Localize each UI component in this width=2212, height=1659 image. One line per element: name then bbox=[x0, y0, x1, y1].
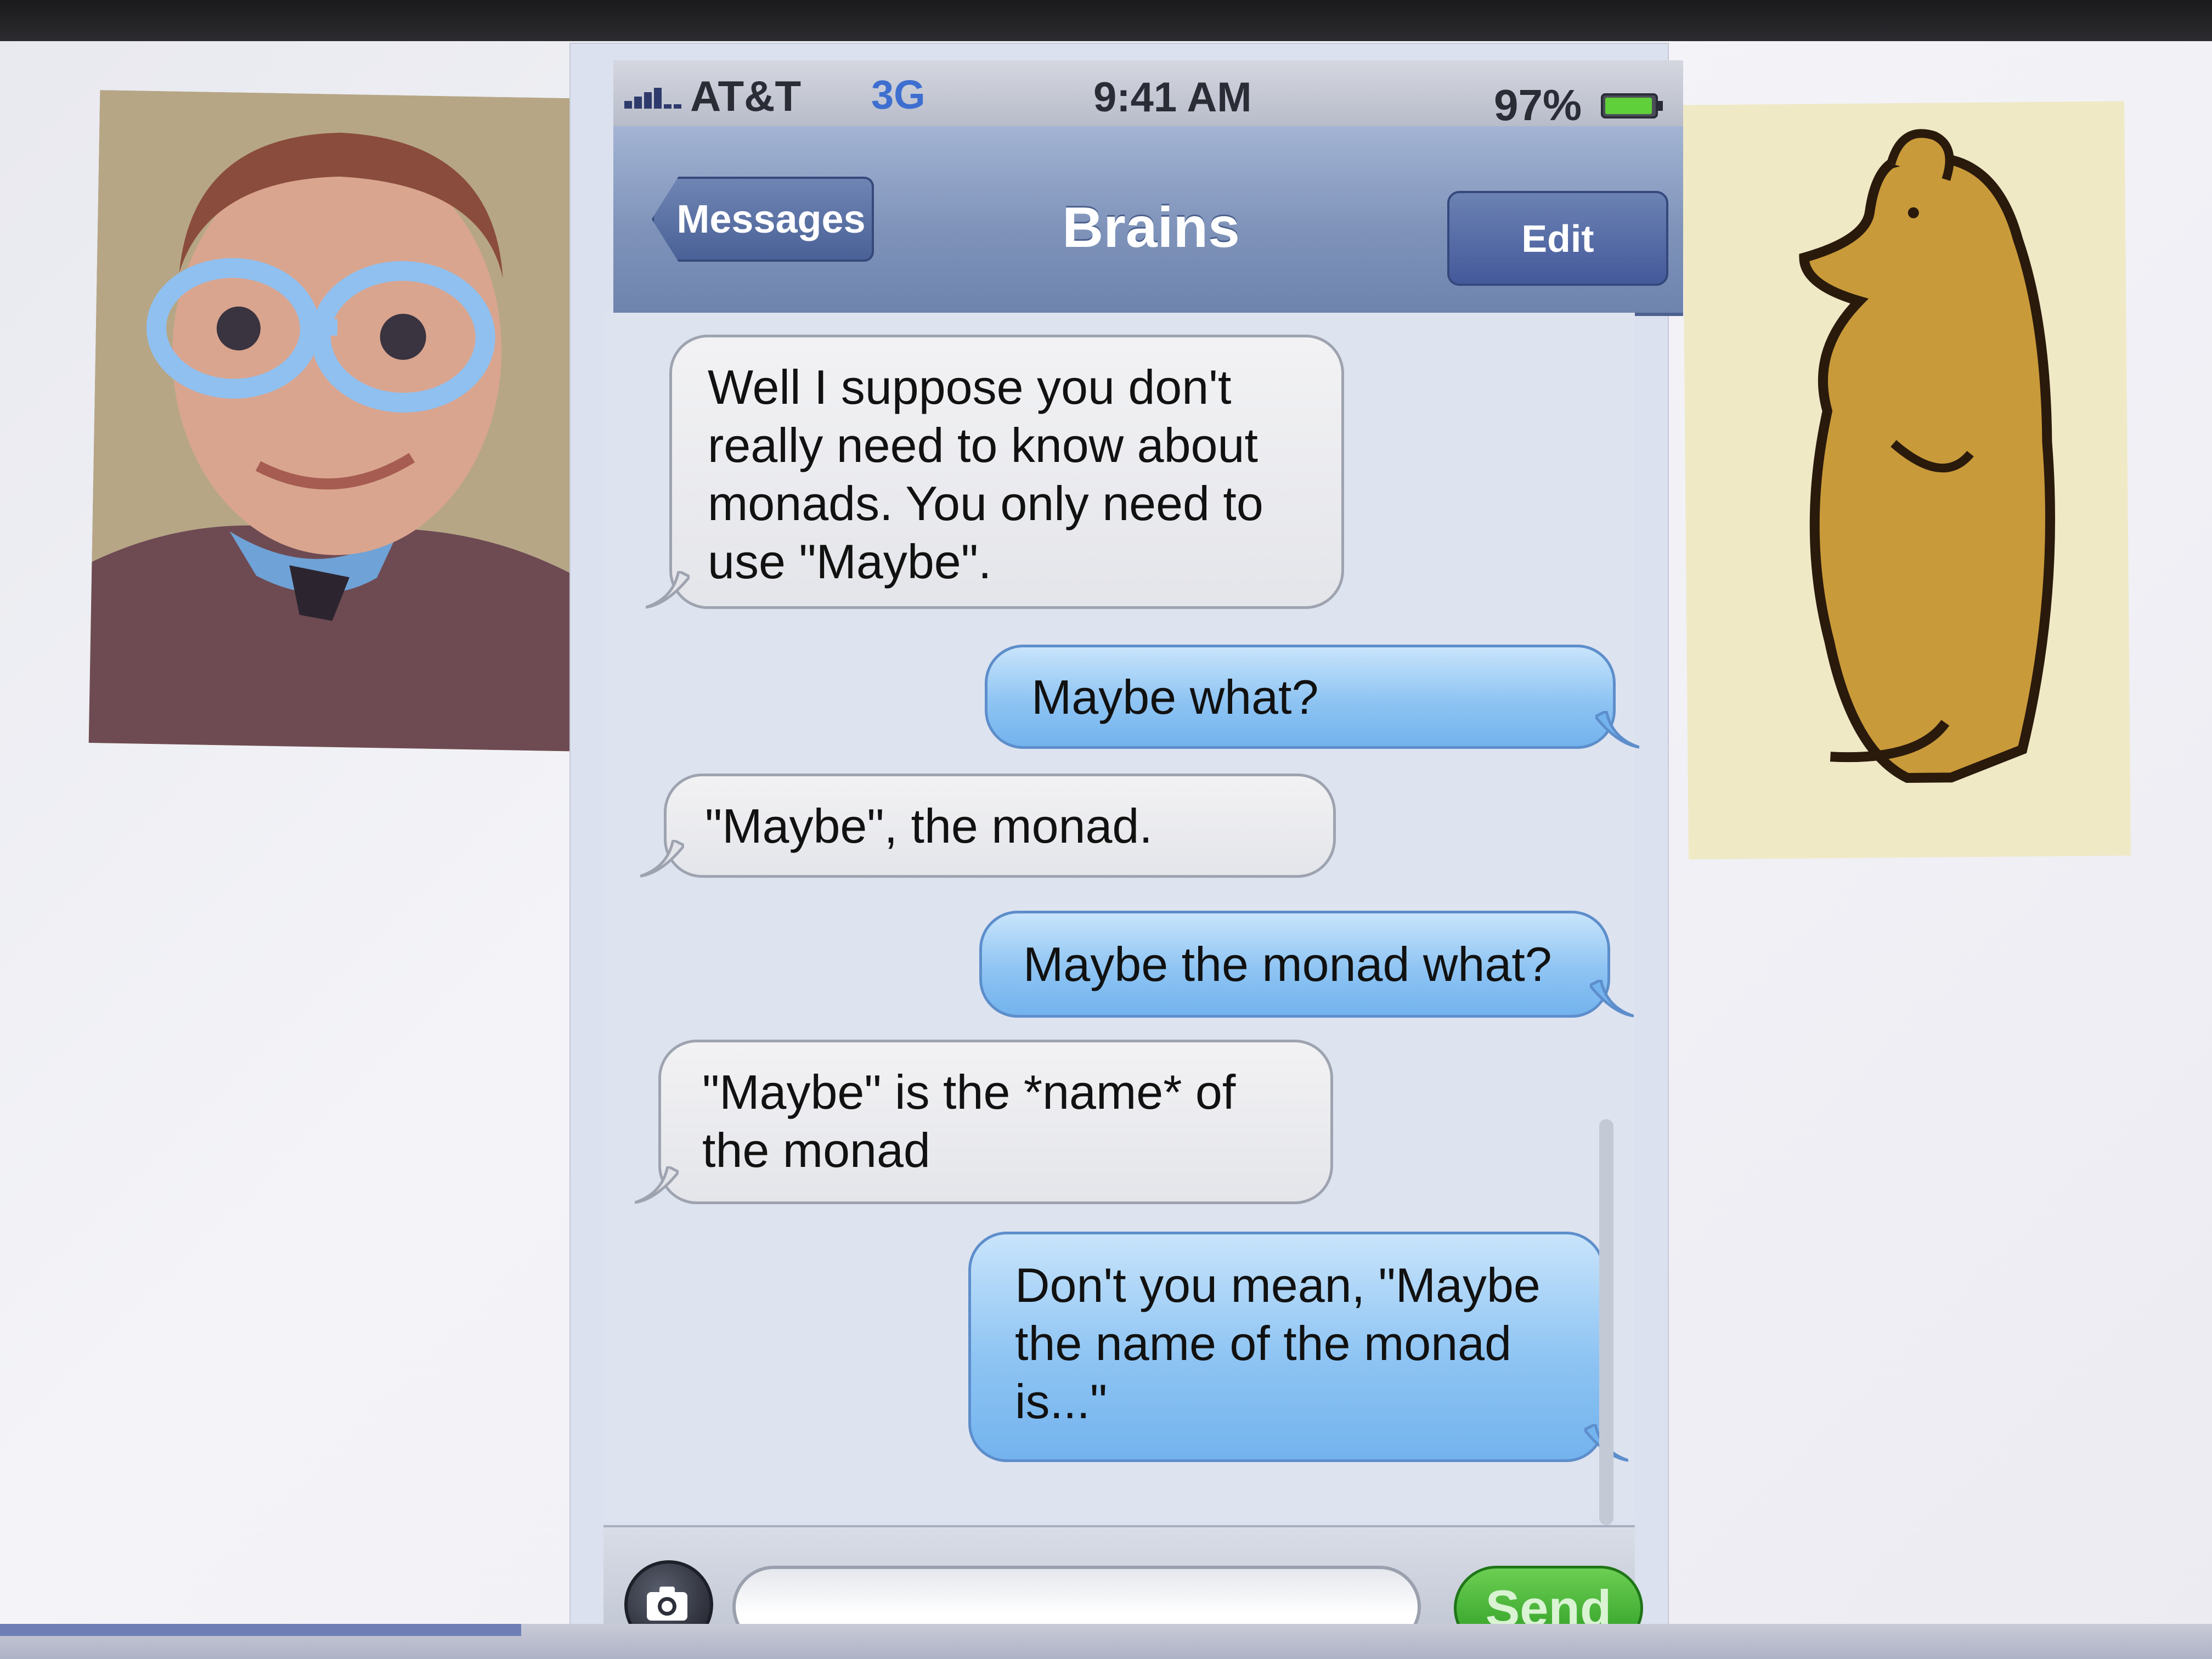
bottom-progress-strip bbox=[0, 1624, 521, 1636]
message-text: Maybe what? bbox=[1031, 670, 1319, 724]
conversation-title: Brains bbox=[1062, 196, 1240, 259]
message-bubble-sent: Don't you mean, "Maybe the name of the m… bbox=[968, 1232, 1628, 1462]
network-label: 3G bbox=[871, 72, 926, 117]
message-text: Well I suppose you don't really need to … bbox=[708, 360, 1263, 589]
bear-picture bbox=[1682, 101, 2131, 860]
bubble-tail bbox=[635, 1166, 679, 1204]
monitor-bezel bbox=[0, 0, 2212, 41]
message-text: Maybe the monad what? bbox=[1023, 937, 1552, 991]
monitor-bottom-strip bbox=[0, 1624, 2212, 1659]
brains-puppet-picture bbox=[88, 90, 594, 752]
bubble-tail bbox=[1590, 980, 1634, 1018]
back-to-messages-button[interactable]: Messages bbox=[652, 177, 874, 262]
signal-bars-icon bbox=[624, 88, 681, 109]
thread-scrollbar[interactable] bbox=[1599, 1119, 1613, 1525]
message-text: "Maybe", the monad. bbox=[705, 799, 1153, 853]
navigation-bar: Messages Brains Edit bbox=[613, 126, 1683, 316]
battery-icon bbox=[1601, 93, 1663, 119]
message-text: Don't you mean, "Maybe the name of the m… bbox=[1015, 1258, 1541, 1429]
message-bubble-received: "Maybe" is the *name* of the monad bbox=[635, 1040, 1333, 1204]
carrier-label: AT&T bbox=[690, 72, 802, 120]
message-bubble-sent: Maybe the monad what? bbox=[979, 911, 1634, 1018]
bear-illustration bbox=[1682, 101, 2131, 860]
bubble-tail bbox=[646, 571, 690, 609]
status-bar: AT&T 3G 9:41 AM 97% bbox=[613, 60, 1683, 129]
battery-percentage: 97% bbox=[1494, 81, 1582, 129]
phone-screen: AT&T 3G 9:41 AM 97% Messages Brains Edit… bbox=[571, 44, 1683, 1651]
message-bubble-received: "Maybe", the monad. bbox=[640, 774, 1336, 878]
puppet-illustration bbox=[88, 90, 594, 752]
edit-button[interactable]: Edit bbox=[1447, 191, 1668, 286]
message-bubble-sent: Maybe what? bbox=[985, 645, 1639, 749]
bubble-tail bbox=[1595, 711, 1639, 749]
message-bubble-received: Well I suppose you don't really need to … bbox=[646, 335, 1344, 609]
status-time: 9:41 AM bbox=[1093, 74, 1252, 121]
message-thread[interactable]: Well I suppose you don't really need to … bbox=[603, 313, 1639, 1525]
bubble-tail bbox=[640, 840, 684, 878]
message-text: "Maybe" is the *name* of the monad bbox=[702, 1065, 1236, 1177]
